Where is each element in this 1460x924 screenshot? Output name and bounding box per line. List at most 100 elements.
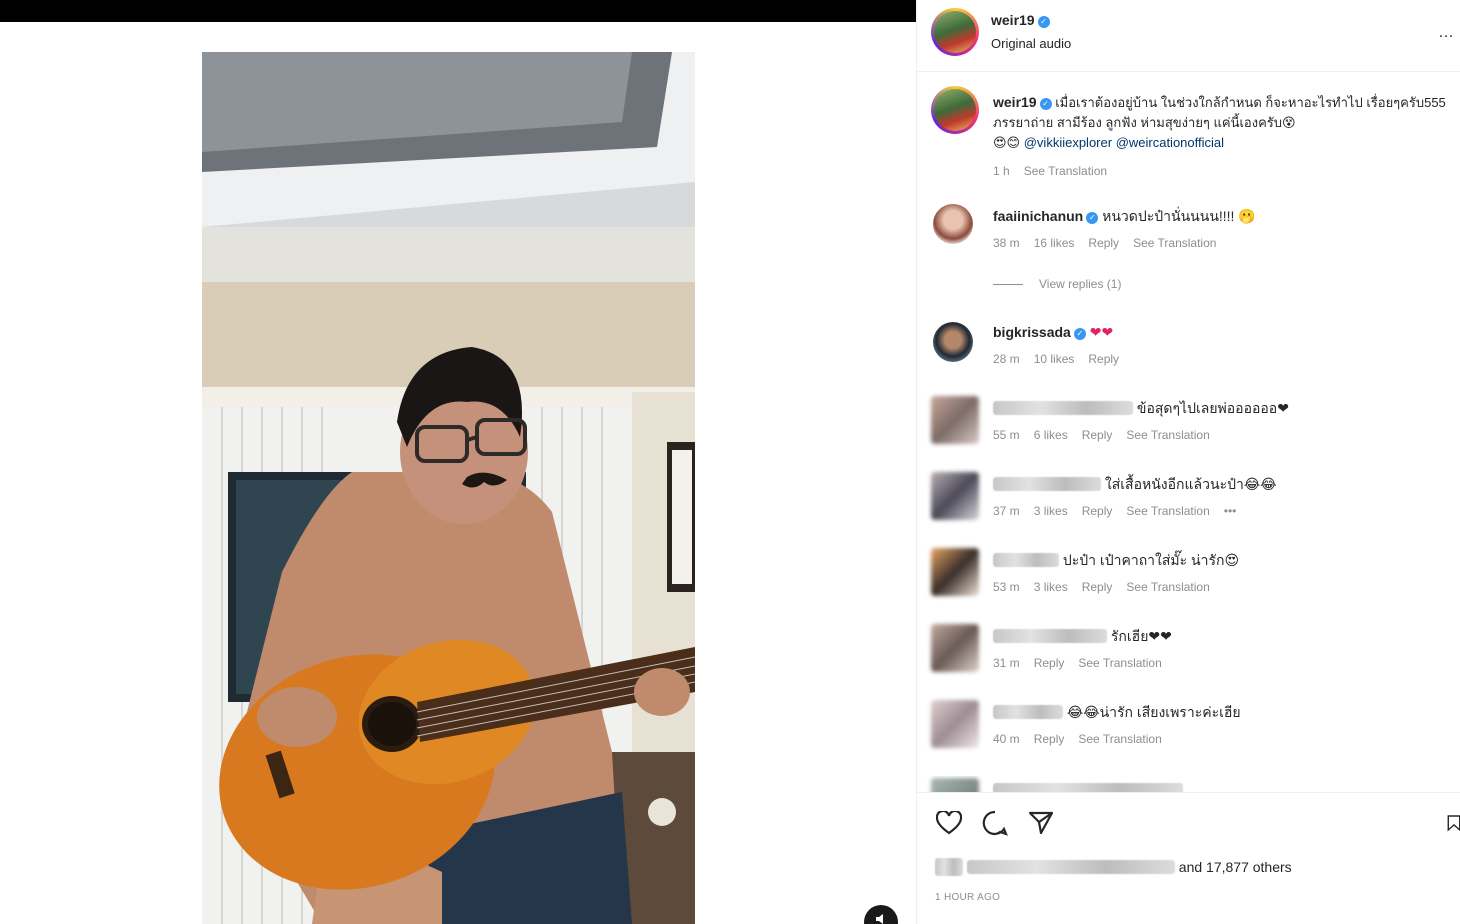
mention-link[interactable]: @weircationofficial [1116, 135, 1224, 150]
reply-button[interactable]: Reply [1088, 236, 1119, 250]
caption-time[interactable]: 1 h [993, 164, 1010, 178]
comment-text: รักเฮีย❤❤ [1110, 628, 1172, 644]
likes-count[interactable]: and 17,877 others [1179, 859, 1292, 875]
blurred-username [993, 401, 1133, 415]
caption-body: weir19 ✓ เมื่อเราต้องอยู่บ้าน ในช่วงใกล้ก… [993, 92, 1453, 153]
comment-item-partial [917, 776, 1460, 792]
comment-text: ข้อสุดๆไปเลยพ่ออออออ❤ [1136, 400, 1289, 416]
comment-meta: 53 m 3 likes Reply See Translation [993, 580, 1210, 594]
blurred-username [993, 553, 1059, 567]
comment-time[interactable]: 28 m [993, 352, 1020, 366]
comment-body: ใส่เสื้อหนังอีกแล้วนะป๋า😂😂 [993, 474, 1453, 494]
comment-likes[interactable]: 3 likes [1034, 504, 1068, 518]
caption-username[interactable]: weir19 [993, 94, 1037, 110]
comment-avatar[interactable] [933, 322, 973, 362]
comment-body: bigkrissada ✓ ❤❤ [993, 322, 1453, 342]
mention-link[interactable]: @vikkiiexplorer [1024, 135, 1112, 150]
author-username[interactable]: weir19 [991, 12, 1035, 28]
comment-likes[interactable]: 6 likes [1034, 428, 1068, 442]
comment-text: ใส่เสื้อหนังอีกแล้วนะป๋า😂😂 [1104, 476, 1277, 492]
more-options-icon[interactable]: ••• [1224, 504, 1237, 518]
verified-icon: ✓ [1037, 16, 1050, 28]
comment-avatar[interactable] [933, 204, 973, 244]
reel-video[interactable] [202, 52, 695, 924]
more-options-icon[interactable]: … [1438, 24, 1455, 42]
blurred-username [993, 629, 1107, 643]
comment-text: หนวดปะป๋านั่นนนน!!!! 🫢 [1102, 208, 1256, 224]
reply-line [993, 284, 1023, 286]
comment-time[interactable]: 38 m [993, 236, 1020, 250]
blurred-username [993, 477, 1101, 491]
comment-avatar[interactable] [931, 624, 979, 672]
reply-button[interactable]: Reply [1082, 428, 1113, 442]
reply-button[interactable]: Reply [1088, 352, 1119, 366]
heart-icon[interactable] [935, 809, 963, 837]
post-sidebar: weir19 ✓ Original audio … weir19 ✓ เมื่อเร… [916, 0, 1460, 924]
see-translation-link[interactable]: See Translation [1078, 656, 1161, 670]
comment-item: faaiinichanun ✓ หนวดปะป๋านั่นนนน!!!! 🫢 38… [917, 200, 1460, 300]
caption-avatar[interactable] [934, 89, 976, 131]
caption-meta: 1 h See Translation [993, 164, 1107, 178]
comment-time[interactable]: 55 m [993, 428, 1020, 442]
comment-body: ข้อสุดๆไปเลยพ่ออออออ❤ [993, 398, 1453, 418]
post-timestamp[interactable]: 1 HOUR AGO [935, 892, 1000, 903]
comment-body: 😂😂น่ารัก เสียงเพราะค่ะเฮีย [993, 702, 1453, 722]
top-bar [0, 0, 916, 22]
post-header: weir19 ✓ Original audio … [917, 0, 1460, 72]
see-translation-link[interactable]: See Translation [1126, 504, 1209, 518]
comment-meta: 55 m 6 likes Reply See Translation [993, 428, 1210, 442]
comment-meta: 37 m 3 likes Reply See Translation ••• [993, 504, 1236, 518]
reply-button[interactable]: Reply [1082, 580, 1113, 594]
reply-button[interactable]: Reply [1082, 504, 1113, 518]
video-frame [202, 52, 695, 924]
see-translation-link[interactable]: See Translation [1126, 580, 1209, 594]
reply-button[interactable]: Reply [1034, 732, 1065, 746]
comment-body: รักเฮีย❤❤ [993, 626, 1453, 646]
reply-button[interactable]: Reply [1034, 656, 1065, 670]
likes-summary[interactable]: and 17,877 others [935, 858, 1292, 876]
comment-time[interactable]: 40 m [993, 732, 1020, 746]
comment-time[interactable]: 53 m [993, 580, 1020, 594]
comment-meta: 31 m Reply See Translation [993, 656, 1162, 670]
comment-likes[interactable]: 3 likes [1034, 580, 1068, 594]
comment-body [993, 780, 1453, 792]
view-replies[interactable]: View replies (1) [993, 277, 1121, 291]
verified-icon: ✓ [1086, 212, 1099, 224]
comment-avatar[interactable] [931, 396, 979, 444]
bookmark-icon[interactable] [1447, 809, 1460, 837]
comment-avatar[interactable] [931, 548, 979, 596]
see-translation-link[interactable]: See Translation [1133, 236, 1216, 250]
see-translation-link[interactable]: See Translation [1078, 732, 1161, 746]
comment-body: faaiinichanun ✓ หนวดปะป๋านั่นนนน!!!! 🫢 [993, 206, 1453, 226]
comment-item: bigkrissada ✓ ❤❤ 28 m 10 likes Reply [917, 318, 1460, 378]
post-author: weir19 ✓ Original audio [991, 12, 1071, 51]
blurred-liker [966, 860, 1175, 874]
comment-meta: 40 m Reply See Translation [993, 732, 1162, 746]
comment-time[interactable]: 31 m [993, 656, 1020, 670]
see-translation-link[interactable]: See Translation [1024, 164, 1107, 178]
comment-body: ปะป๋า เป๋าคาถาใส่มั๊ะ น่ารัก😍 [993, 550, 1453, 570]
caption-text: เมื่อเราต้องอยู่บ้าน ในช่วงใกล้กำหนด ก็จ… [993, 95, 1446, 130]
blurred-username [993, 705, 1063, 719]
avatar[interactable] [934, 11, 976, 53]
comment-likes[interactable]: 10 likes [1034, 352, 1075, 366]
comment-item: ข้อสุดๆไปเลยพ่ออออออ❤ 55 m 6 likes Reply… [917, 394, 1460, 454]
comment-text: ปะป๋า เป๋าคาถาใส่มั๊ะ น่ารัก😍 [1062, 552, 1240, 568]
comment-username[interactable]: faaiinichanun [993, 208, 1083, 224]
view-replies-label[interactable]: View replies (1) [1039, 277, 1121, 291]
mute-button[interactable] [864, 905, 898, 924]
comment-avatar[interactable] [931, 778, 979, 792]
comment-item: ใส่เสื้อหนังอีกแล้วนะป๋า😂😂 37 m 3 likes … [917, 470, 1460, 530]
comment-icon[interactable] [981, 809, 1009, 837]
mute-icon [874, 912, 888, 924]
comment-time[interactable]: 37 m [993, 504, 1020, 518]
comment-avatar[interactable] [931, 472, 979, 520]
comment-username[interactable]: bigkrissada [993, 324, 1071, 340]
see-translation-link[interactable]: See Translation [1126, 428, 1209, 442]
comment-likes[interactable]: 16 likes [1034, 236, 1075, 250]
audio-label[interactable]: Original audio [991, 36, 1071, 51]
comment-avatar[interactable] [931, 700, 979, 748]
share-icon[interactable] [1027, 809, 1055, 837]
liker-avatar [935, 858, 963, 876]
comment-meta: 38 m 16 likes Reply See Translation [993, 236, 1216, 250]
